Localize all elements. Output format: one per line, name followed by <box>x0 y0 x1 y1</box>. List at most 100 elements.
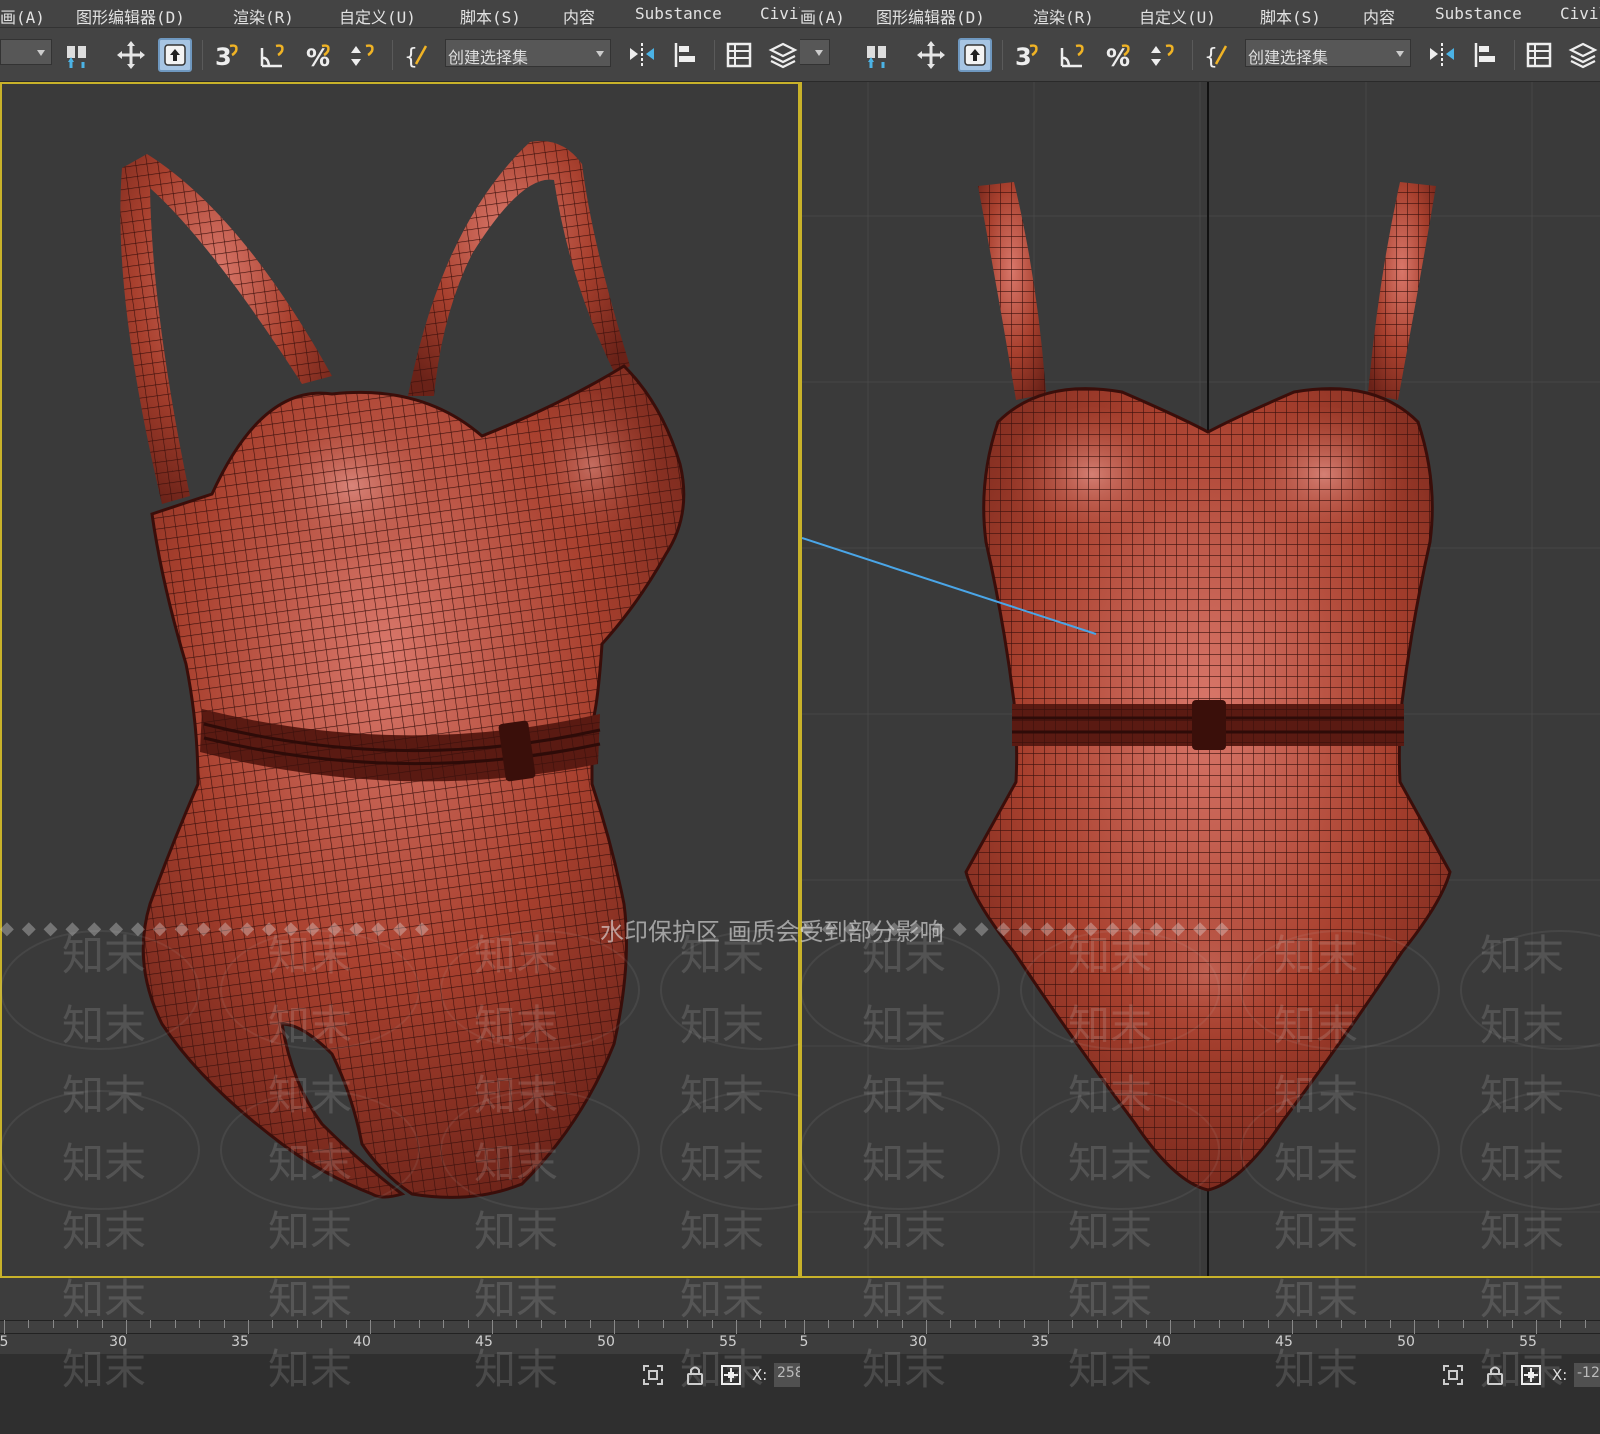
mirror-icon[interactable] <box>1425 38 1459 72</box>
timeline-tick <box>1536 1320 1537 1334</box>
menu-graph-editors[interactable]: 图形编辑器(D) <box>876 4 985 28</box>
scene-explorer-icon[interactable] <box>722 38 756 72</box>
3dsmax-workspace: 画(A) 图形编辑器(D) 渲染(R) 自定义(U) 脚本(S) 内容 Subs… <box>0 0 1600 1434</box>
menu-rendering[interactable]: 渲染(R) <box>233 4 294 28</box>
timeline-tick <box>901 1320 903 1328</box>
front-viewport[interactable] <box>800 82 1600 1278</box>
svg-text:3: 3 <box>1015 43 1032 70</box>
lock-icon[interactable] <box>684 1364 706 1386</box>
menu-content[interactable]: 内容 <box>563 4 595 28</box>
menu-bar: 画(A) 图形编辑器(D) 渲染(R) 自定义(U) 脚本(S) 内容 Subs… <box>0 0 800 28</box>
timeline-tick-label: 40 <box>353 1334 371 1350</box>
timeline-ruler[interactable]: 5 30 35 40 45 50 55 <box>800 1278 1600 1354</box>
status-bar: X: 258 <box>0 1354 800 1434</box>
menu-customize[interactable]: 自定义(U) <box>1139 4 1216 28</box>
layer-dropdown[interactable] <box>800 39 830 65</box>
move-icon[interactable] <box>914 38 948 72</box>
timeline-tick <box>1170 1320 1171 1334</box>
align-icon[interactable] <box>1470 38 1504 72</box>
timeline-tick <box>77 1320 79 1328</box>
select-and-link-icon[interactable] <box>60 38 94 72</box>
timeline-tick-label: 35 <box>231 1334 249 1350</box>
isolate-selection-icon[interactable] <box>1442 1364 1464 1386</box>
angle-snap-icon[interactable] <box>1056 38 1090 72</box>
menu-civil-view[interactable]: Civil <box>760 4 800 23</box>
workspace-left: 画(A) 图形编辑器(D) 渲染(R) 自定义(U) 脚本(S) 内容 Subs… <box>0 0 800 1434</box>
timeline-tick <box>565 1320 567 1328</box>
percent-snap-icon[interactable]: % <box>302 38 336 72</box>
timeline-tick <box>321 1320 323 1328</box>
timeline-tick-label: 45 <box>1275 1334 1293 1350</box>
timeline-tick <box>101 1320 103 1328</box>
lock-icon[interactable] <box>1484 1364 1506 1386</box>
edit-named-selection-icon[interactable]: { <box>400 38 434 72</box>
menu-civil-view[interactable]: Civil <box>1560 4 1600 23</box>
timeline-tick <box>1584 1320 1586 1328</box>
timeline-tick <box>1487 1320 1489 1328</box>
snaps-toggle-icon[interactable]: 3 <box>1010 38 1044 72</box>
absolute-mode-icon[interactable] <box>1520 1364 1542 1386</box>
right-strap <box>1368 182 1436 400</box>
scene-explorer-icon[interactable] <box>1522 38 1556 72</box>
timeline-tick <box>1560 1320 1562 1328</box>
select-object-icon[interactable] <box>158 38 192 72</box>
menu-animation[interactable]: 画(A) <box>800 4 845 28</box>
menu-animation[interactable]: 画(A) <box>0 4 45 28</box>
align-icon[interactable] <box>670 38 704 72</box>
menu-scripting[interactable]: 脚本(S) <box>1260 4 1321 28</box>
mirror-icon[interactable] <box>625 38 659 72</box>
layer-explorer-icon[interactable] <box>766 38 800 72</box>
timeline-tick <box>223 1320 225 1328</box>
menu-scripting[interactable]: 脚本(S) <box>460 4 521 28</box>
absolute-mode-icon[interactable] <box>720 1364 742 1386</box>
spinner-snap-icon[interactable] <box>1146 38 1180 72</box>
snaps-toggle-icon[interactable]: 3 <box>210 38 244 72</box>
timeline-tick <box>828 1320 830 1328</box>
timeline-tick <box>1243 1320 1245 1328</box>
perspective-viewport[interactable] <box>0 82 800 1278</box>
timeline-tick <box>926 1320 927 1334</box>
x-coordinate-field[interactable]: -12 <box>1574 1363 1600 1387</box>
timeline-tick <box>950 1320 952 1328</box>
timeline-track[interactable] <box>800 1320 1600 1334</box>
timeline-tick <box>418 1320 420 1328</box>
menu-rendering[interactable]: 渲染(R) <box>1033 4 1094 28</box>
timeline-tick <box>394 1320 396 1328</box>
toolbar-separator <box>392 40 393 70</box>
menu-substance[interactable]: Substance <box>1435 4 1522 23</box>
percent-snap-icon[interactable]: % <box>1102 38 1136 72</box>
timeline-tick-label: 50 <box>1397 1334 1415 1350</box>
layer-explorer-icon[interactable] <box>1566 38 1600 72</box>
menu-customize[interactable]: 自定义(U) <box>339 4 416 28</box>
menu-graph-editors[interactable]: 图形编辑器(D) <box>76 4 185 28</box>
timeline-tick <box>877 1320 879 1328</box>
x-coordinate-field[interactable]: 258 <box>774 1363 800 1387</box>
select-object-icon[interactable] <box>958 38 992 72</box>
selection-filter-dropdown[interactable] <box>0 39 52 65</box>
edit-named-selection-icon[interactable]: { <box>1200 38 1234 72</box>
status-bar: X: -12 <box>800 1354 1600 1434</box>
spinner-snap-icon[interactable] <box>346 38 380 72</box>
select-and-link-icon[interactable] <box>860 38 894 72</box>
timeline-tick-label: 5 <box>800 1334 809 1350</box>
named-selection-set-dropdown[interactable]: 创建选择集 <box>1245 39 1411 67</box>
timeline-tick <box>784 1320 786 1328</box>
timeline-tick-label: 50 <box>597 1334 615 1350</box>
timeline-tick <box>1096 1320 1098 1328</box>
isolate-selection-icon[interactable] <box>642 1364 664 1386</box>
timeline-tick <box>1462 1320 1464 1328</box>
angle-snap-icon[interactable] <box>256 38 290 72</box>
toolbar-separator <box>1002 40 1003 70</box>
timeline-tick <box>1438 1320 1440 1328</box>
timeline-tick <box>126 1320 127 1334</box>
menu-content[interactable]: 内容 <box>1363 4 1395 28</box>
svg-text:3: 3 <box>215 43 232 70</box>
timeline-tick <box>1218 1320 1220 1328</box>
timeline-ruler[interactable]: 5 30 35 40 45 50 55 <box>0 1278 800 1354</box>
timeline-tick <box>1121 1320 1123 1328</box>
timeline-track[interactable] <box>0 1320 800 1334</box>
timeline-tick-label: 5 <box>0 1334 9 1350</box>
named-selection-set-dropdown[interactable]: 创建选择集 <box>445 39 611 67</box>
menu-substance[interactable]: Substance <box>635 4 722 23</box>
move-icon[interactable] <box>114 38 148 72</box>
